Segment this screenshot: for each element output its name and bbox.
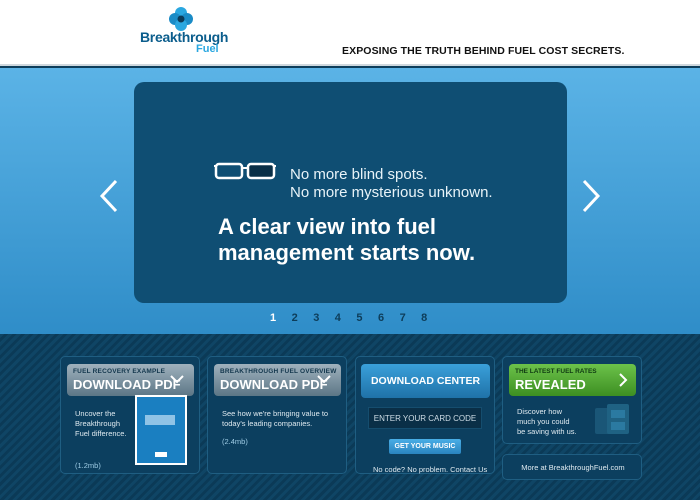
download-center-card: DOWNLOAD CENTER GET YOUR MUSIC No code? … <box>355 356 495 474</box>
overview-button-caption: BREAKTHROUGH FUEL OVERVIEW <box>220 368 337 375</box>
chevron-down-icon <box>317 375 331 384</box>
carousel-pager: 1 2 3 4 5 6 7 8 <box>270 312 443 324</box>
overview-description: See how we're bringing value to today's … <box>222 409 329 428</box>
resources-section: FUEL RECOVERY EXAMPLE DOWNLOAD PDF Uncov… <box>0 334 700 500</box>
no-code-text: No code? No problem. Contact Us <box>373 465 487 474</box>
pager-item-8[interactable]: 8 <box>421 312 443 324</box>
download-center-button[interactable]: DOWNLOAD CENTER <box>361 364 490 398</box>
fuel-recovery-button-label: DOWNLOAD PDF <box>73 377 181 392</box>
chevron-right-icon <box>619 373 628 387</box>
chevron-right-icon[interactable] <box>580 178 602 214</box>
overview-file-size: (2.4mb) <box>222 437 248 446</box>
logo-sub-text: Fuel <box>196 43 219 55</box>
fuel-rates-document-icon <box>595 404 629 434</box>
hero-carousel: No more blind spots. No more mysterious … <box>0 68 700 334</box>
pager-item-4[interactable]: 4 <box>335 312 357 324</box>
fuel-rates-card: THE LATEST FUEL RATES REVEALED Discover … <box>502 356 642 444</box>
glasses-icon <box>214 162 276 180</box>
fuel-rates-button-label: REVEALED <box>515 377 586 392</box>
overview-button-label: DOWNLOAD PDF <box>220 377 328 392</box>
slide-headline-line-1: A clear view into fuel <box>218 214 437 239</box>
fuel-recovery-file-size: (1.2mb) <box>75 461 101 470</box>
logo[interactable]: Breakthrough Fuel <box>140 6 240 60</box>
pager-item-7[interactable]: 7 <box>400 312 422 324</box>
pager-item-2[interactable]: 2 <box>292 312 314 324</box>
fuel-recovery-description: Uncover the Breakthrough Fuel difference… <box>75 409 127 438</box>
pager-item-1[interactable]: 1 <box>270 312 292 324</box>
pager-item-6[interactable]: 6 <box>378 312 400 324</box>
overview-download-button[interactable]: BREAKTHROUGH FUEL OVERVIEW DOWNLOAD PDF <box>214 364 341 396</box>
contact-us-link[interactable]: Contact Us <box>450 465 487 474</box>
fuel-rates-description: Discover how much you could be saving wi… <box>517 407 577 436</box>
logo-text: Breakthrough <box>140 29 229 45</box>
fuel-rates-button[interactable]: THE LATEST FUEL RATES REVEALED <box>509 364 636 396</box>
more-link-card: More at BreakthroughFuel.com <box>502 454 642 480</box>
get-music-button[interactable]: GET YOUR MUSIC <box>389 439 461 454</box>
pager-item-5[interactable]: 5 <box>356 312 378 324</box>
pdf-thumbnail[interactable] <box>135 395 187 465</box>
slide-subtitle-line-1: No more blind spots. <box>290 166 428 183</box>
more-at-site-link[interactable]: More at BreakthroughFuel.com <box>503 463 643 472</box>
fuel-rates-button-caption: THE LATEST FUEL RATES <box>515 368 597 375</box>
pager-item-3[interactable]: 3 <box>313 312 335 324</box>
chevron-left-icon[interactable] <box>98 178 120 214</box>
no-code-label: No code? No problem. <box>373 465 449 474</box>
chevron-down-icon <box>170 375 184 384</box>
slide-headline-line-2: management starts now. <box>218 240 476 265</box>
fuel-recovery-download-button[interactable]: FUEL RECOVERY EXAMPLE DOWNLOAD PDF <box>67 364 194 396</box>
overview-card: BREAKTHROUGH FUEL OVERVIEW DOWNLOAD PDF … <box>207 356 347 474</box>
pdf-thumbnail-title-block <box>145 415 175 425</box>
card-code-input[interactable] <box>368 407 482 429</box>
pdf-thumbnail-logo <box>155 452 167 457</box>
slide-subtitle-line-2: No more mysterious unknown. <box>290 184 493 201</box>
fuel-recovery-card: FUEL RECOVERY EXAMPLE DOWNLOAD PDF Uncov… <box>60 356 200 474</box>
fuel-recovery-button-caption: FUEL RECOVERY EXAMPLE <box>73 368 166 375</box>
site-header: Breakthrough Fuel EXPOSING THE TRUTH BEH… <box>0 0 700 66</box>
tagline: EXPOSING THE TRUTH BEHIND FUEL COST SECR… <box>342 45 625 57</box>
carousel-slide: No more blind spots. No more mysterious … <box>134 82 567 303</box>
